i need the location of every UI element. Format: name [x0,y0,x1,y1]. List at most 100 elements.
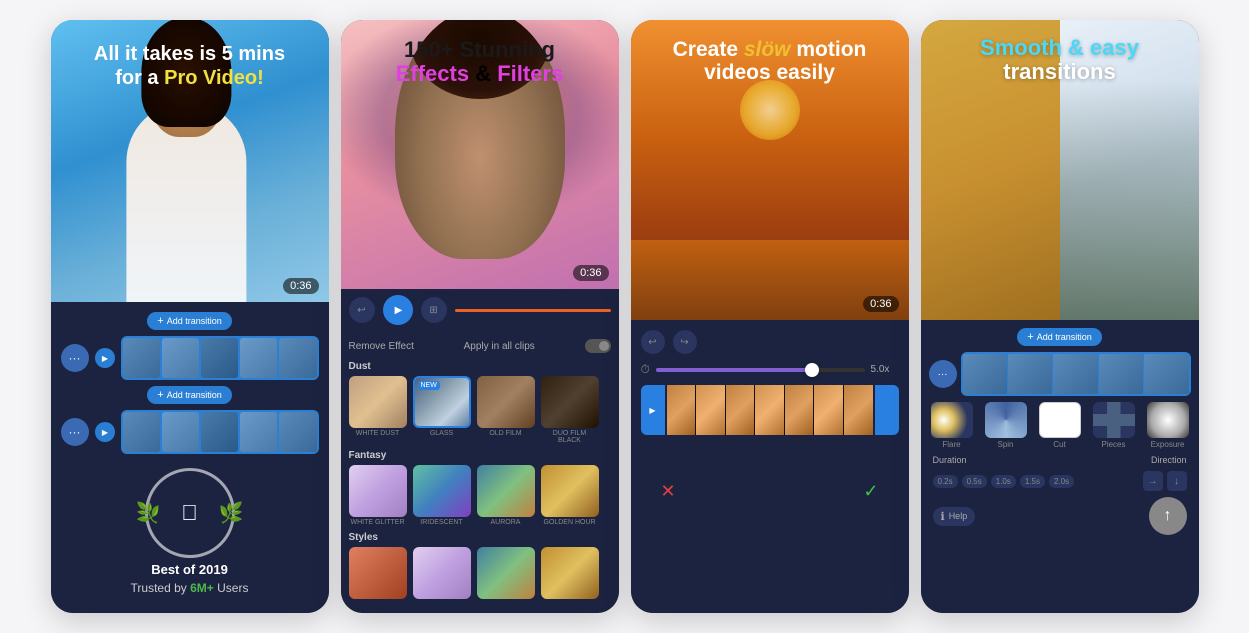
effect-item-glass[interactable]: NEW GLASS [413,376,471,444]
card4-smooth-label: Smooth [980,35,1062,60]
phone-card-2: 150+ Stunning Effects & Filters 0:36 ↩ ⊞… [341,20,619,613]
clip-frame [844,385,873,435]
card3-slow-label: slöw [744,38,791,61]
card2-heading: 150+ Stunning Effects & Filters [341,38,619,86]
trusted-highlight: 6M+ [190,581,214,595]
card4-easy-label: & easy [1062,35,1139,60]
duration-pill-0_5s[interactable]: 0.5s [962,475,987,488]
card3-redo-btn[interactable]: ↪ [673,330,697,354]
card3-clip-frames [667,385,873,435]
card2-heading-line1: 150+ Stunning [341,38,619,62]
card4-frame [1053,354,1097,394]
duration-pill-1_5s[interactable]: 1.5s [1020,475,1045,488]
card2-effects-styles-row [349,547,611,599]
trans-label-spin: Spin [997,440,1013,449]
effect-item-duo-film[interactable]: DUO FILM BLACK [541,376,599,444]
card1-timeline-row1: ··· [61,336,319,380]
effect-item-glitter[interactable]: WHITE GLITTER [349,465,407,526]
card1-add-transition-btn[interactable]: Add transition [147,312,231,330]
spacer [641,443,899,473]
card4-dots-btn[interactable]: ··· [929,360,957,388]
card3-undo-redo-row: ↩ ↪ [641,330,899,354]
card4-duration-direction-row: Duration Direction [929,455,1191,465]
effect-label: OLD FILM [489,430,521,437]
card1-heading-line2: for a Pro Video! [51,66,329,90]
slider-fill [656,368,812,372]
dir-arrow-right-btn[interactable]: → [1143,471,1163,491]
card1-dots-btn[interactable]: ··· [61,344,89,372]
effect-thumb-img [541,465,599,517]
card4-heading: Smooth & easy transitions [921,36,1199,84]
card3-speed-row: ⏱ 5.0x [641,362,899,377]
direction-arrows: → ↓ [1143,471,1187,491]
effect-item-aurora[interactable]: AURORA [477,465,535,526]
effect-label: GLASS [430,430,453,437]
card3-speed-slider[interactable] [656,368,865,372]
card4-clip-strip [961,352,1191,396]
card2-apply-toggle[interactable] [585,339,611,353]
apple-logo-icon:  [181,502,198,524]
card4-add-transition-btn[interactable]: Add transition [1017,328,1101,346]
card2-undo-btn[interactable]: ↩ [349,297,375,323]
transition-pieces[interactable]: Pieces [1093,402,1135,449]
effect-item-style3[interactable] [477,547,535,599]
card4-export-btn[interactable] [1149,497,1187,535]
card1-play-btn2[interactable] [95,422,115,442]
card1-heading: All it takes is 5 mins for a Pro Video! [51,42,329,90]
dir-arrow-down-btn[interactable]: ↓ [1167,471,1187,491]
transition-cut[interactable]: Cut [1039,402,1081,449]
card3-heading: Create slöw motion videos easily [631,38,909,84]
duration-pill-0_2s[interactable]: 0.2s [933,475,958,488]
effect-thumb-img [349,376,407,428]
duration-pill-1_0s[interactable]: 1.0s [991,475,1016,488]
card3-sun [740,80,800,140]
effect-label: WHITE DUST [356,430,400,437]
phone-card-4: Smooth & easy transitions Add transition… [921,20,1199,613]
card3-clip-row [641,385,899,435]
card1-dots-btn2[interactable]: ··· [61,418,89,446]
card3-cancel-btn[interactable]: ✕ [661,481,676,502]
card1-play-btn[interactable] [95,348,115,368]
effect-label: DUO FILM BLACK [541,430,599,444]
card3-clip-end-btn[interactable] [875,385,899,435]
effect-thumb-img [413,465,471,517]
card4-frame [1008,354,1052,394]
card3-clip-play-btn[interactable] [641,385,665,435]
clip-frame [814,385,843,435]
effect-item-old-film[interactable]: OLD FILM [477,376,535,444]
card3-confirm-btn[interactable]: ✓ [863,481,878,502]
card2-grid-btn[interactable]: ⊞ [421,297,447,323]
card1-heading-line1: All it takes is 5 mins [51,42,329,66]
duration-label: Duration [933,455,967,465]
card4-frame [1099,354,1143,394]
transition-spin[interactable]: Spin [985,402,1027,449]
clip-frame [667,385,696,435]
effect-item-style2[interactable] [413,547,471,599]
effect-item-iridescent[interactable]: IRIDESCENT [413,465,471,526]
duration-pills: 0.2s 0.5s 1.0s 1.5s 2.0s [933,471,1075,491]
card4-heading-line2: transitions [921,60,1199,84]
duration-pill-2_0s[interactable]: 2.0s [1049,475,1074,488]
effect-item-style1[interactable] [349,547,407,599]
card4-help-btn[interactable]: ℹ Help [933,507,976,526]
effect-thumb-img [349,465,407,517]
card3-undo-btn[interactable]: ↩ [641,330,665,354]
card1-add-transition-btn2[interactable]: Add transition [147,386,231,404]
effect-item-white-dust[interactable]: WHITE DUST [349,376,407,444]
card1-editor: Add transition ··· Add transition ··· [51,302,329,613]
effect-item-style4[interactable] [541,547,599,599]
card2-play-btn[interactable] [383,295,413,325]
effect-label: AURORA [491,519,521,526]
card4-frame [963,354,1007,394]
effect-thumb-img [477,547,535,599]
card2-remove-effect-btn[interactable]: Remove Effect [349,341,414,352]
card4-transitions-row: Flare Spin Cut Pieces Exposure [929,402,1191,449]
transition-flare[interactable]: Flare [931,402,973,449]
card1-timeline-row2: ··· [61,410,319,454]
transition-exposure[interactable]: Exposure [1147,402,1189,449]
card2-apply-btn[interactable]: Apply in all clips [464,341,535,352]
effect-item-golden-hour[interactable]: GOLDEN HOUR [541,465,599,526]
card2-effect-header: Remove Effect Apply in all clips [349,339,611,353]
card2-effects-label: Effects [396,61,469,86]
effect-thumb-img [477,465,535,517]
